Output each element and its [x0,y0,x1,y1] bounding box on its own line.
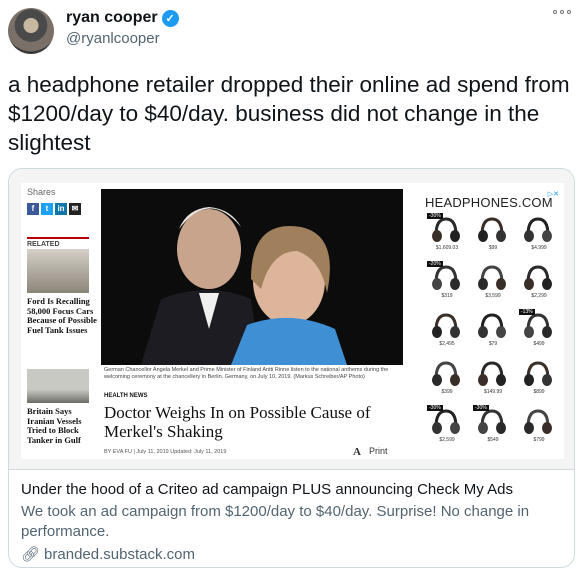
ad-product-image [475,407,509,435]
card-description: We took an ad campaign from $1200/day to… [21,503,530,540]
headphones-ad: HEADPHONES.COM ▷✕ $1,609.03 -30% $99 $4,999… [421,189,561,457]
ad-price: $319 [441,293,453,299]
font-size-icon: A [353,446,361,458]
link-preview-card[interactable]: Shares f t in ✉ RELATED Ford Is Recallin… [8,168,575,568]
ad-product-image [429,359,463,387]
ad-product-image [521,263,555,291]
article-kicker: HEALTH NEWS [104,393,148,399]
ad-discount-badge: -30% [427,405,443,411]
ad-price: $399 [441,389,453,395]
ad-product-image [521,359,555,387]
linkedin-icon: in [55,203,67,215]
card-title[interactable]: Under the hood of a Criteo ad campaign P… [21,481,513,498]
article-byline: BY EVA FU | July 11, 2019 Updated: July … [104,449,227,455]
facebook-icon: f [27,203,39,215]
ad-product-image [475,263,509,291]
adchoices-icon: ▷✕ [547,191,559,198]
article-headline: Doctor Weighs In on Possible Cause of Me… [104,403,371,441]
ad-price: $4,999 [531,245,547,251]
ad-price: $2,495 [439,341,455,347]
ad-product-image [429,407,463,435]
ad-price: $149.99 [483,389,503,395]
ad-discount-badge: -20% [427,261,443,267]
ad-brand: HEADPHONES.COM [425,195,553,210]
ad-price: $899 [533,389,545,395]
card-footer[interactable]: Under the hood of a Criteo ad campaign P… [9,469,574,567]
card-domain[interactable]: branded.substack.com [44,546,195,563]
ad-discount-badge: -13% [519,309,535,315]
ad-price: $2,299 [531,293,547,299]
twitter-icon: t [41,203,53,215]
card-link[interactable]: 🔗︎ branded.substack.com [21,545,195,564]
ad-product-image [429,215,463,243]
share-icons: f t in ✉ [27,203,83,215]
avatar[interactable] [8,8,54,54]
article-tools: A Print [353,446,387,458]
email-icon: ✉ [69,203,81,215]
author-name-row[interactable]: ryan cooper ✓ [66,9,179,27]
ad-price: $799 [533,437,545,443]
author-name[interactable]: ryan cooper [66,9,158,27]
ad-price: $499 [533,341,545,347]
ad-price: $99 [488,245,498,251]
ad-product-image [521,407,555,435]
ad-price: $1,609.03 [435,245,459,251]
shares-label: Shares [27,187,56,197]
ad-product-image [429,263,463,291]
ad-product-image [475,311,509,339]
ad-price: $3,599 [485,293,501,299]
ad-product-image [475,215,509,243]
print-label: Print [368,446,388,456]
related-thumb-1 [27,249,89,293]
article-screenshot: Shares f t in ✉ RELATED Ford Is Recallin… [21,183,564,459]
related-headline-1: Ford Is Recalling 58,000 Focus Cars Beca… [27,296,97,335]
ad-price: $79 [488,341,498,347]
link-icon: 🔗︎ [21,546,41,563]
more-options-icon[interactable] [553,10,571,14]
photo-caption: German Chancellor Angela Merkel and Prim… [104,367,389,380]
ad-product-image [429,311,463,339]
card-image[interactable]: Shares f t in ✉ RELATED Ford Is Recallin… [9,169,574,469]
author-handle[interactable]: @ryanlcooper [66,30,160,47]
ad-discount-badge: -30% [473,405,489,411]
related-label: RELATED [27,237,89,248]
verified-icon: ✓ [161,9,179,27]
related-thumb-2 [27,369,89,403]
tweet-text: a headphone retailer dropped their onlin… [8,72,570,155]
ad-discount-badge: -30% [427,213,443,219]
ad-price: $2,599 [439,437,455,443]
ad-product-image [521,215,555,243]
related-headline-2: Britain Says Iranian Vessels Tried to Bl… [27,406,82,445]
ad-price: $549 [487,437,499,443]
article-photo [101,189,403,365]
ad-product-image [521,311,555,339]
ad-product-image [475,359,509,387]
